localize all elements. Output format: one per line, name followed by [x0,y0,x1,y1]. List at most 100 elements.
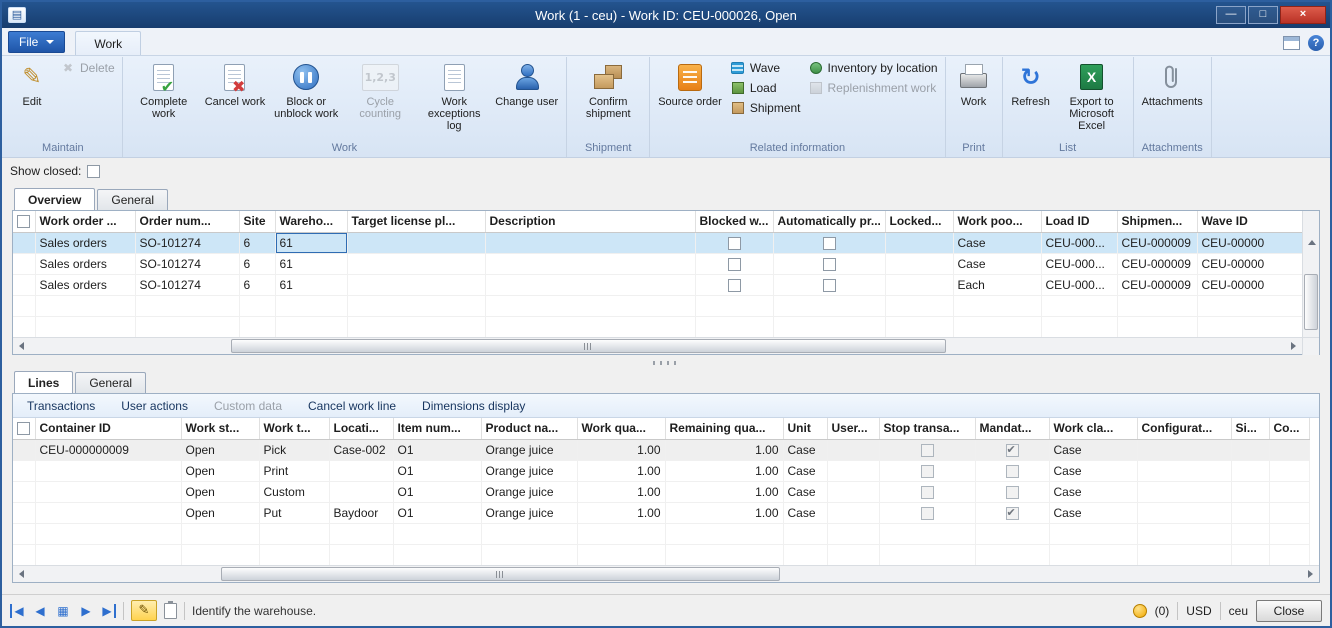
cell[interactable]: Case [783,460,827,481]
checkbox[interactable] [17,215,30,228]
cell[interactable] [975,481,1049,502]
cell[interactable]: Case [1049,481,1137,502]
lines-horizontal-scrollbar[interactable] [13,565,1319,582]
next-record-button[interactable]: ▶ [78,604,94,618]
currency-indicator[interactable]: USD [1186,604,1211,618]
cell[interactable] [885,232,953,253]
shipment-button[interactable]: Shipment [728,98,804,118]
cell[interactable] [975,502,1049,523]
cell[interactable] [13,232,35,253]
cell[interactable]: Baydoor [329,502,393,523]
column-header[interactable]: Si... [1231,418,1269,439]
table-row[interactable]: CEU-000000009OpenPickCase-002O1Orange ju… [13,439,1309,460]
scroll-right-button[interactable] [1285,338,1302,354]
cell[interactable] [695,274,773,295]
column-header[interactable]: Configurat... [1137,418,1231,439]
company-indicator[interactable]: ceu [1229,604,1248,618]
column-header[interactable]: Container ID [35,418,181,439]
previous-record-button[interactable]: ◀ [32,604,48,618]
print-work-button[interactable]: Work [950,58,998,111]
column-header[interactable]: User... [827,418,879,439]
column-header[interactable]: Mandat... [975,418,1049,439]
cell[interactable]: O1 [393,502,481,523]
dimensions-display-button[interactable]: Dimensions display [422,399,525,413]
column-header[interactable]: Work qua... [577,418,665,439]
cell[interactable]: 1.00 [665,439,783,460]
hscroll-thumb[interactable] [221,567,781,581]
source-order-button[interactable]: Source order [654,58,726,111]
edit-button[interactable]: ✎ Edit [8,58,56,111]
cell[interactable] [347,232,485,253]
last-record-button[interactable]: ▶ [101,604,116,618]
column-header[interactable]: Item num... [393,418,481,439]
column-header[interactable]: Wave ID [1197,211,1302,232]
cell[interactable] [975,439,1049,460]
cancel-work-button[interactable]: ✖ Cancel work [201,58,270,111]
overview-horizontal-scrollbar[interactable] [13,337,1319,354]
cell[interactable]: Sales orders [35,253,135,274]
cell[interactable] [827,460,879,481]
confirm-shipment-button[interactable]: Confirm shipment [571,58,645,123]
cell[interactable]: CEU-000... [1041,232,1117,253]
cell[interactable]: Sales orders [35,232,135,253]
cell[interactable]: 61 [275,274,347,295]
export-to-excel-button[interactable]: X Export to Microsoft Excel [1055,58,1129,135]
cell[interactable] [1231,439,1269,460]
column-header[interactable]: Work order ... [35,211,135,232]
cell[interactable]: Open [181,439,259,460]
minimize-button[interactable]: — [1216,6,1246,24]
cell[interactable] [1269,502,1309,523]
cancel-work-line-button[interactable]: Cancel work line [308,399,396,413]
cell[interactable] [13,253,35,274]
tab-overview[interactable]: Overview [14,188,95,210]
table-row[interactable]: Sales ordersSO-101274661CaseCEU-000...CE… [13,253,1302,274]
cell[interactable]: 1.00 [665,460,783,481]
cell[interactable] [329,460,393,481]
cell[interactable]: Case-002 [329,439,393,460]
cell[interactable]: 6 [239,253,275,274]
overview-vertical-scrollbar[interactable] [1302,211,1319,337]
scroll-right-button[interactable] [1302,566,1319,582]
column-header[interactable]: Description [485,211,695,232]
file-menu-button[interactable]: File [8,31,65,53]
cell[interactable]: CEU-000009 [1117,274,1197,295]
load-button[interactable]: Load [728,78,804,98]
tab-general-header[interactable]: General [97,189,168,210]
cell[interactable]: SO-101274 [135,253,239,274]
cell[interactable]: 61 [275,232,347,253]
vscroll-thumb[interactable] [1304,274,1318,330]
cell[interactable]: O1 [393,439,481,460]
cell[interactable]: 1.00 [577,502,665,523]
window-layout-icon[interactable] [1283,36,1300,50]
column-header[interactable]: Order num... [135,211,239,232]
cell[interactable]: 1.00 [577,460,665,481]
column-header[interactable]: Load ID [1041,211,1117,232]
transactions-button[interactable]: Transactions [27,399,95,413]
table-row[interactable]: OpenCustomO1Orange juice1.001.00CaseCase [13,481,1309,502]
cell[interactable] [1269,481,1309,502]
cell[interactable] [329,481,393,502]
cell[interactable] [35,502,181,523]
cell[interactable]: 1.00 [665,481,783,502]
user-actions-button[interactable]: User actions [121,399,188,413]
cell[interactable]: SO-101274 [135,232,239,253]
cell[interactable]: Case [783,481,827,502]
cell[interactable]: CEU-00000 [1197,253,1302,274]
hscroll-thumb[interactable] [231,339,946,353]
notifications-icon[interactable] [1133,604,1147,618]
hscroll-track[interactable] [30,566,1302,582]
cell[interactable] [773,274,885,295]
edit-mode-toggle-button[interactable]: ✎ [131,600,157,621]
block-unblock-work-button[interactable]: Block or unblock work [269,58,343,123]
cell[interactable]: Case [953,232,1041,253]
cell[interactable]: Custom [259,481,329,502]
cell[interactable] [879,481,975,502]
scroll-left-button[interactable] [13,338,30,354]
table-row[interactable]: OpenPutBaydoorO1Orange juice1.001.00Case… [13,502,1309,523]
column-header[interactable]: Site [239,211,275,232]
checkbox[interactable] [17,422,30,435]
inventory-by-location-button[interactable]: Inventory by location [806,58,941,78]
checkbox[interactable] [823,258,836,271]
cell[interactable] [773,232,885,253]
column-header[interactable]: Shipmen... [1117,211,1197,232]
